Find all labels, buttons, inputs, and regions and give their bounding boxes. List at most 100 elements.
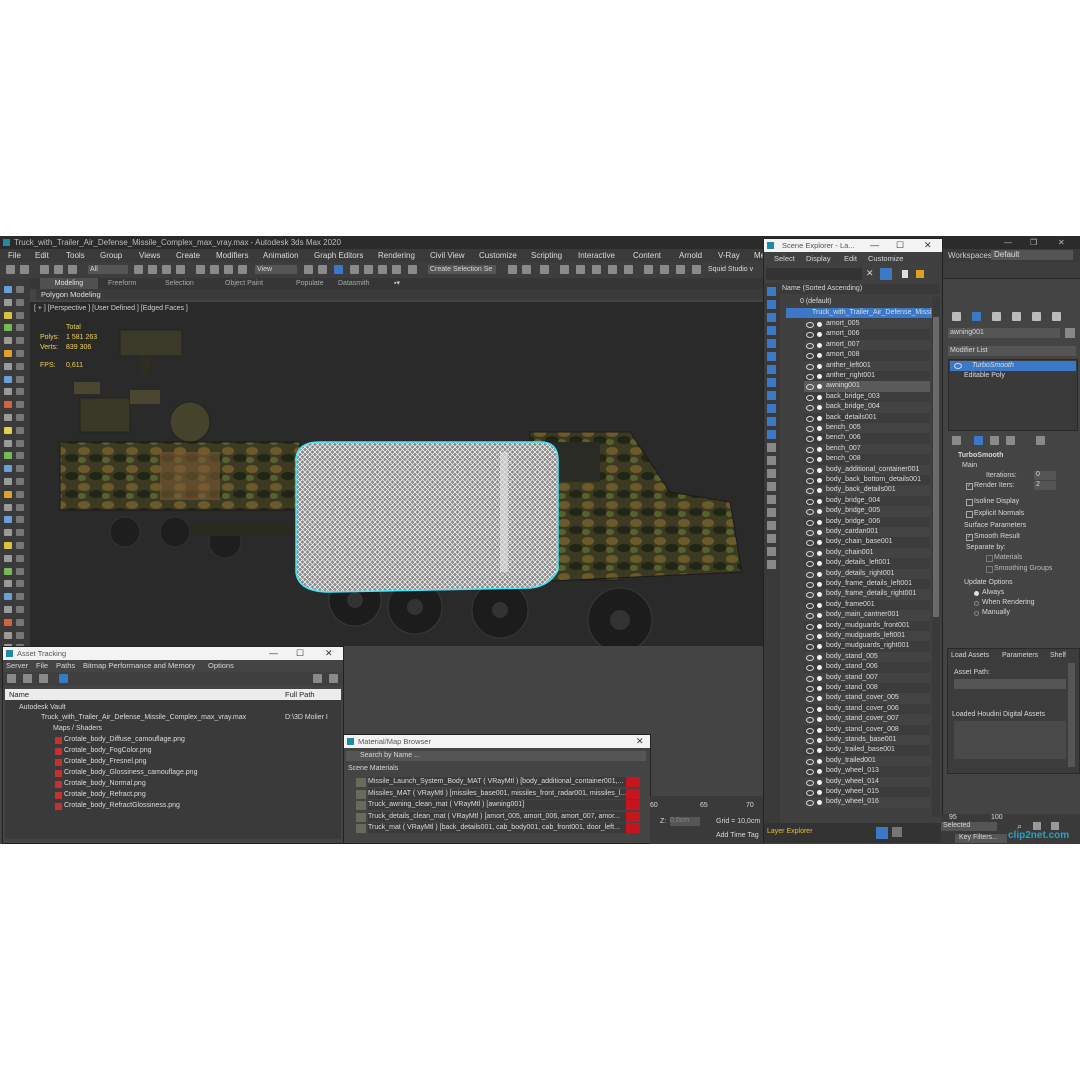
select-object-icon[interactable] (134, 265, 143, 274)
eye-icon[interactable] (806, 727, 814, 734)
left-tool-icon[interactable] (16, 503, 24, 511)
freeze-icon[interactable] (817, 394, 822, 400)
left-tool-icon[interactable] (4, 529, 12, 537)
menu-modifiers[interactable]: Modifiers (216, 249, 248, 262)
layer-view-icon[interactable] (876, 827, 888, 839)
left-tool-icon[interactable] (4, 478, 12, 485)
left-tool-icon[interactable] (16, 580, 24, 588)
polygon-modeling-label[interactable]: Polygon Modeling (41, 289, 101, 300)
configure-sets-icon[interactable] (1036, 436, 1045, 445)
left-tool-icon[interactable] (4, 631, 12, 639)
ts-title[interactable]: TurboSmooth (958, 452, 1003, 459)
se-search-input[interactable] (766, 268, 862, 280)
se-filter-icon[interactable] (767, 430, 776, 439)
make-unique-icon[interactable] (990, 436, 999, 445)
texture-row[interactable]: Crotale_body_FogColor.png (64, 746, 152, 756)
scene-item-row[interactable]: body_stand_008 (804, 683, 930, 694)
scene-item-row[interactable]: body_wheel_015 (804, 787, 930, 798)
scene-item-row[interactable]: anther_left001 (804, 360, 930, 371)
layer-explorer-icon[interactable] (560, 265, 569, 274)
eye-icon[interactable] (806, 582, 814, 588)
eye-icon[interactable] (806, 623, 814, 630)
left-tool-icon[interactable] (4, 311, 12, 319)
key-filters-button[interactable]: Key Filters... (955, 834, 1007, 843)
left-tool-icon[interactable] (16, 478, 24, 485)
scene-item-row[interactable]: back_details001 (804, 412, 930, 423)
at-menu-bitmap[interactable]: Bitmap Performance and Memory (83, 660, 195, 672)
scene-item-row[interactable]: body_stand_006 (804, 662, 930, 673)
freeze-icon[interactable] (817, 634, 822, 639)
menu-civil-view[interactable]: Civil View (430, 249, 465, 262)
smoothing-groups-checkbox[interactable] (986, 566, 993, 573)
se-filter-icon[interactable] (767, 508, 776, 517)
object-color-swatch[interactable] (1065, 328, 1075, 338)
left-tool-icon[interactable] (16, 452, 24, 460)
ribbon-tab-populate[interactable]: Populate (296, 278, 324, 289)
left-tool-icon[interactable] (16, 337, 24, 345)
freeze-icon[interactable] (817, 571, 822, 577)
left-tool-icon[interactable] (4, 465, 12, 473)
freeze-icon[interactable] (817, 342, 822, 348)
scene-item-row[interactable]: back_bridge_004 (804, 402, 930, 413)
material-row[interactable]: Missiles_MAT ( VRayMtl ) [missiles_base0… (368, 788, 640, 799)
scene-item-row[interactable]: bench_007 (804, 443, 930, 455)
restore-icon[interactable]: ❐ (1030, 236, 1037, 249)
menu-group[interactable]: Group (100, 249, 122, 262)
spinner-snap-icon[interactable] (392, 265, 401, 274)
modify-tab-icon[interactable] (972, 312, 981, 321)
object-name-input[interactable]: awning001 (948, 328, 1060, 338)
left-tool-icon[interactable] (4, 298, 12, 306)
texture-row[interactable]: Crotale_body_Refract.png (64, 790, 146, 800)
scene-item-row[interactable]: amort_007 (804, 339, 930, 351)
unlink-icon[interactable] (54, 265, 63, 274)
left-tool-icon[interactable] (16, 465, 24, 473)
freeze-icon[interactable] (817, 530, 822, 535)
left-tool-icon[interactable] (4, 439, 12, 447)
tab-load-assets[interactable]: Load Assets (951, 652, 989, 659)
se-filter-icon[interactable] (767, 534, 776, 543)
filter-icon[interactable] (880, 268, 892, 280)
asset-path-input[interactable] (954, 679, 1066, 689)
freeze-icon[interactable] (817, 363, 822, 369)
scene-item-row[interactable]: bench_006 (804, 433, 930, 444)
at-menu-paths[interactable]: Paths (56, 660, 75, 672)
tab-shelf[interactable]: Shelf (1050, 652, 1066, 659)
houdini-scrollbar[interactable] (1068, 663, 1075, 767)
layer-explorer-label[interactable]: Layer Explorer (767, 828, 813, 835)
scene-item-row[interactable]: bench_008 (804, 454, 930, 465)
freeze-icon[interactable] (817, 519, 822, 525)
eye-icon[interactable] (806, 342, 814, 349)
stack-editable-poly[interactable]: Editable Poly (950, 371, 1076, 381)
close-icon[interactable]: ✕ (1058, 236, 1065, 249)
scene-explorer-icon[interactable] (540, 265, 549, 274)
freeze-icon[interactable] (817, 706, 822, 712)
utilities-tab-icon[interactable] (1052, 312, 1061, 321)
maximize-icon[interactable]: ☐ (896, 239, 904, 252)
when-rendering-radio[interactable] (974, 601, 979, 606)
scene-item-row[interactable]: body_trailed001 (804, 755, 930, 767)
help-icon[interactable] (313, 674, 322, 683)
se-filter-icon[interactable] (767, 313, 776, 322)
freeze-icon[interactable] (817, 686, 822, 691)
freeze-icon[interactable] (817, 623, 822, 629)
eye-icon[interactable] (806, 415, 814, 422)
menu-tools[interactable]: Tools (66, 249, 85, 262)
scene-item-row[interactable]: body_mudguards_left001 (804, 631, 930, 642)
render-setup-icon[interactable] (644, 265, 653, 274)
table-view-icon[interactable] (39, 674, 48, 683)
eye-icon[interactable] (806, 426, 814, 432)
squid-studio-label[interactable]: Squid Studio v (708, 265, 753, 274)
left-tool-icon[interactable] (4, 567, 12, 575)
select-by-name-icon[interactable] (148, 265, 157, 274)
eye-icon[interactable] (806, 498, 814, 505)
at-menu-options[interactable]: Options (208, 660, 234, 672)
menu-customize[interactable]: Customize (479, 249, 517, 262)
ts-iterations-spinner[interactable]: 0 (1034, 471, 1056, 480)
ribbon-tab-datasmith[interactable]: Datasmith (338, 278, 370, 289)
se-menu-customize[interactable]: Customize (868, 253, 903, 265)
scene-item-row[interactable]: body_back_bottom_details001 (804, 475, 930, 486)
left-tool-icon[interactable] (16, 631, 24, 639)
tab-parameters[interactable]: Parameters (1002, 652, 1038, 659)
ribbon-tab-selection[interactable]: Selection (165, 278, 194, 289)
material-row[interactable]: Truck_awning_clean_mat ( VRayMtl ) [awni… (368, 800, 640, 811)
